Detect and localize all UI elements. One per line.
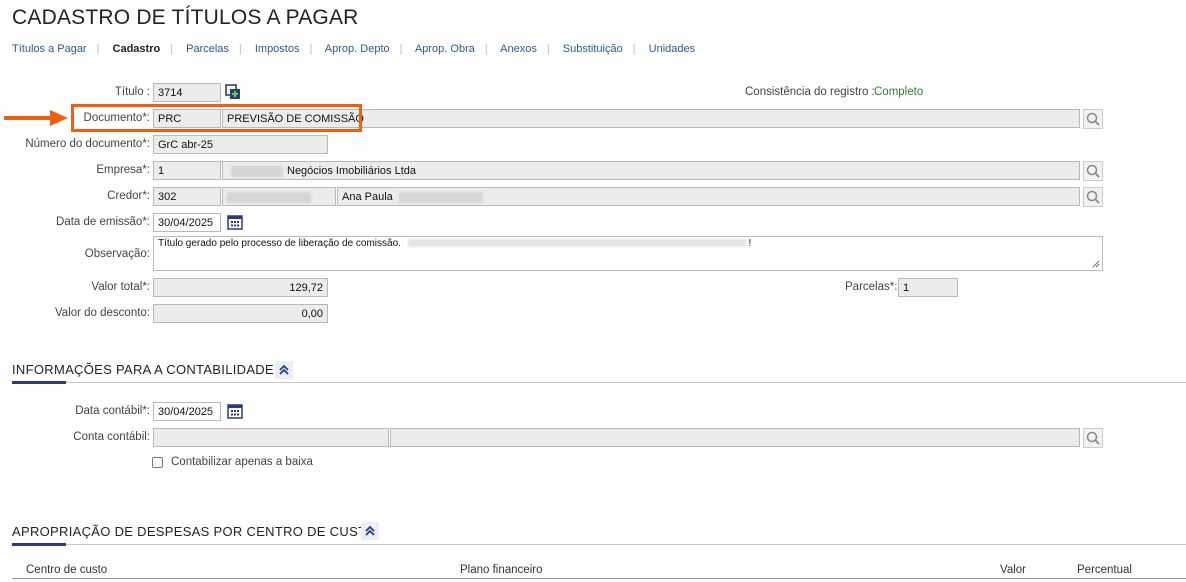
section-title-apropriacao: APROPRIAÇÃO DE DESPESAS POR CENTRO DE CU… (12, 524, 377, 539)
search-icon (1086, 112, 1100, 126)
credor-document-field (222, 187, 336, 206)
tab-impostos[interactable]: Impostos (255, 43, 300, 55)
column-header-percentual[interactable]: Percentual (1077, 564, 1132, 576)
credor-code-field[interactable]: 302 (153, 187, 221, 206)
contabilizar-label: Contabilizar apenas a baixa (171, 456, 313, 468)
tab-aprop-obra[interactable]: Aprop. Obra (415, 43, 475, 55)
section-divider-accent (12, 381, 66, 384)
tab-separator: | (632, 43, 636, 55)
tab-cadastro[interactable]: Cadastro (113, 43, 161, 55)
observacao-textarea[interactable]: Título gerado pelo processo de liberação… (153, 236, 1103, 271)
tab-anexos[interactable]: Anexos (500, 43, 537, 55)
credor-name-text: Ana Paula (342, 191, 393, 203)
numero-documento-field[interactable]: GrC abr-25 (153, 135, 328, 154)
tab-separator: | (484, 43, 488, 55)
tab-unidades[interactable]: Unidades (649, 43, 695, 55)
chevron-up-icon (279, 364, 289, 375)
tab-substituicao[interactable]: Substituição (563, 43, 623, 55)
column-header-valor[interactable]: Valor (1000, 564, 1026, 576)
highlight-box (71, 104, 362, 132)
search-icon (1086, 164, 1100, 178)
titulo-label: Título : (114, 86, 150, 98)
empresa-name-field: Negócios Imobiliários Ltda (222, 161, 1080, 180)
tab-bar: Títulos a Pagar | Cadastro | Parcelas | Imp… (12, 43, 695, 55)
numero-documento-label: Número do documento*: (25, 138, 150, 150)
data-emissao-field[interactable]: 30/04/2025 (153, 213, 221, 232)
credor-name-field: Ana Paula (337, 187, 1080, 206)
resize-handle-icon[interactable] (1092, 260, 1100, 268)
conta-contabil-name-field (390, 428, 1080, 447)
column-header-centro-custo[interactable]: Centro de custo (26, 564, 107, 576)
tab-aprop-depto[interactable]: Aprop. Depto (325, 43, 390, 55)
parcelas-field[interactable]: 1 (898, 278, 958, 297)
valor-desconto-label: Valor do desconto: (54, 307, 150, 319)
parcelas-label: Parcelas*: (845, 281, 898, 293)
redacted-text (398, 191, 483, 203)
calendar-icon[interactable] (226, 402, 244, 420)
credor-search-button[interactable] (1083, 187, 1103, 207)
empresa-label: Empresa*: (96, 164, 150, 176)
tab-titulos-a-pagar[interactable]: Títulos a Pagar (12, 43, 87, 55)
tab-separator: | (170, 43, 174, 55)
copy-icon[interactable] (225, 84, 241, 100)
column-header-plano-financeiro[interactable]: Plano financeiro (460, 564, 542, 576)
valor-total-label: Valor total*: (91, 281, 150, 293)
tab-separator: | (238, 43, 242, 55)
chevron-up-icon (365, 525, 375, 536)
section-title-contabilidade: INFORMAÇÕES PARA A CONTABILIDADE (12, 362, 274, 377)
collapse-contabilidade-button[interactable] (275, 361, 293, 379)
empresa-code-field[interactable]: 1 (153, 161, 221, 180)
observacao-text: Título gerado pelo processo de liberação… (158, 238, 401, 249)
search-icon (1086, 190, 1100, 204)
empresa-name-text: Negócios Imobiliários Ltda (287, 165, 417, 177)
data-contabil-label: Data contábil*: (75, 405, 150, 417)
contabilizar-checkbox[interactable] (152, 457, 163, 468)
valor-desconto-field: 0,00 (153, 304, 328, 323)
page-title: CADASTRO DE TÍTULOS A PAGAR (12, 6, 359, 29)
tab-separator: | (399, 43, 403, 55)
redacted-text (407, 239, 746, 248)
redacted-text (227, 191, 311, 203)
credor-label: Credor*: (107, 190, 150, 202)
documento-search-button[interactable] (1083, 109, 1103, 129)
titulo-field[interactable]: 3714 (153, 83, 221, 102)
conta-contabil-code-field[interactable] (153, 428, 389, 447)
table-header-divider (12, 578, 1186, 579)
redacted-text (231, 165, 283, 177)
empresa-search-button[interactable] (1083, 161, 1103, 181)
collapse-apropriacao-button[interactable] (361, 522, 379, 540)
consistencia-status: Completo (874, 86, 924, 98)
consistencia-label: Consistência do registro : (745, 86, 875, 98)
section-divider-accent (12, 543, 66, 546)
conta-contabil-search-button[interactable] (1083, 428, 1103, 448)
section-divider (12, 544, 1186, 545)
search-icon (1086, 431, 1100, 445)
observacao-label: Observação: (84, 248, 150, 260)
conta-contabil-label: Conta contábil: (73, 431, 150, 443)
observacao-end: ! (748, 238, 752, 249)
data-emissao-label: Data de emissão*: (56, 216, 150, 228)
section-divider (12, 382, 1186, 383)
valor-total-field: 129,72 (153, 278, 328, 297)
tab-separator: | (96, 43, 100, 55)
data-contabil-field[interactable]: 30/04/2025 (153, 402, 221, 421)
tab-parcelas[interactable]: Parcelas (186, 43, 229, 55)
calendar-icon[interactable] (226, 213, 244, 231)
tab-separator: | (309, 43, 313, 55)
tab-separator: | (546, 43, 550, 55)
